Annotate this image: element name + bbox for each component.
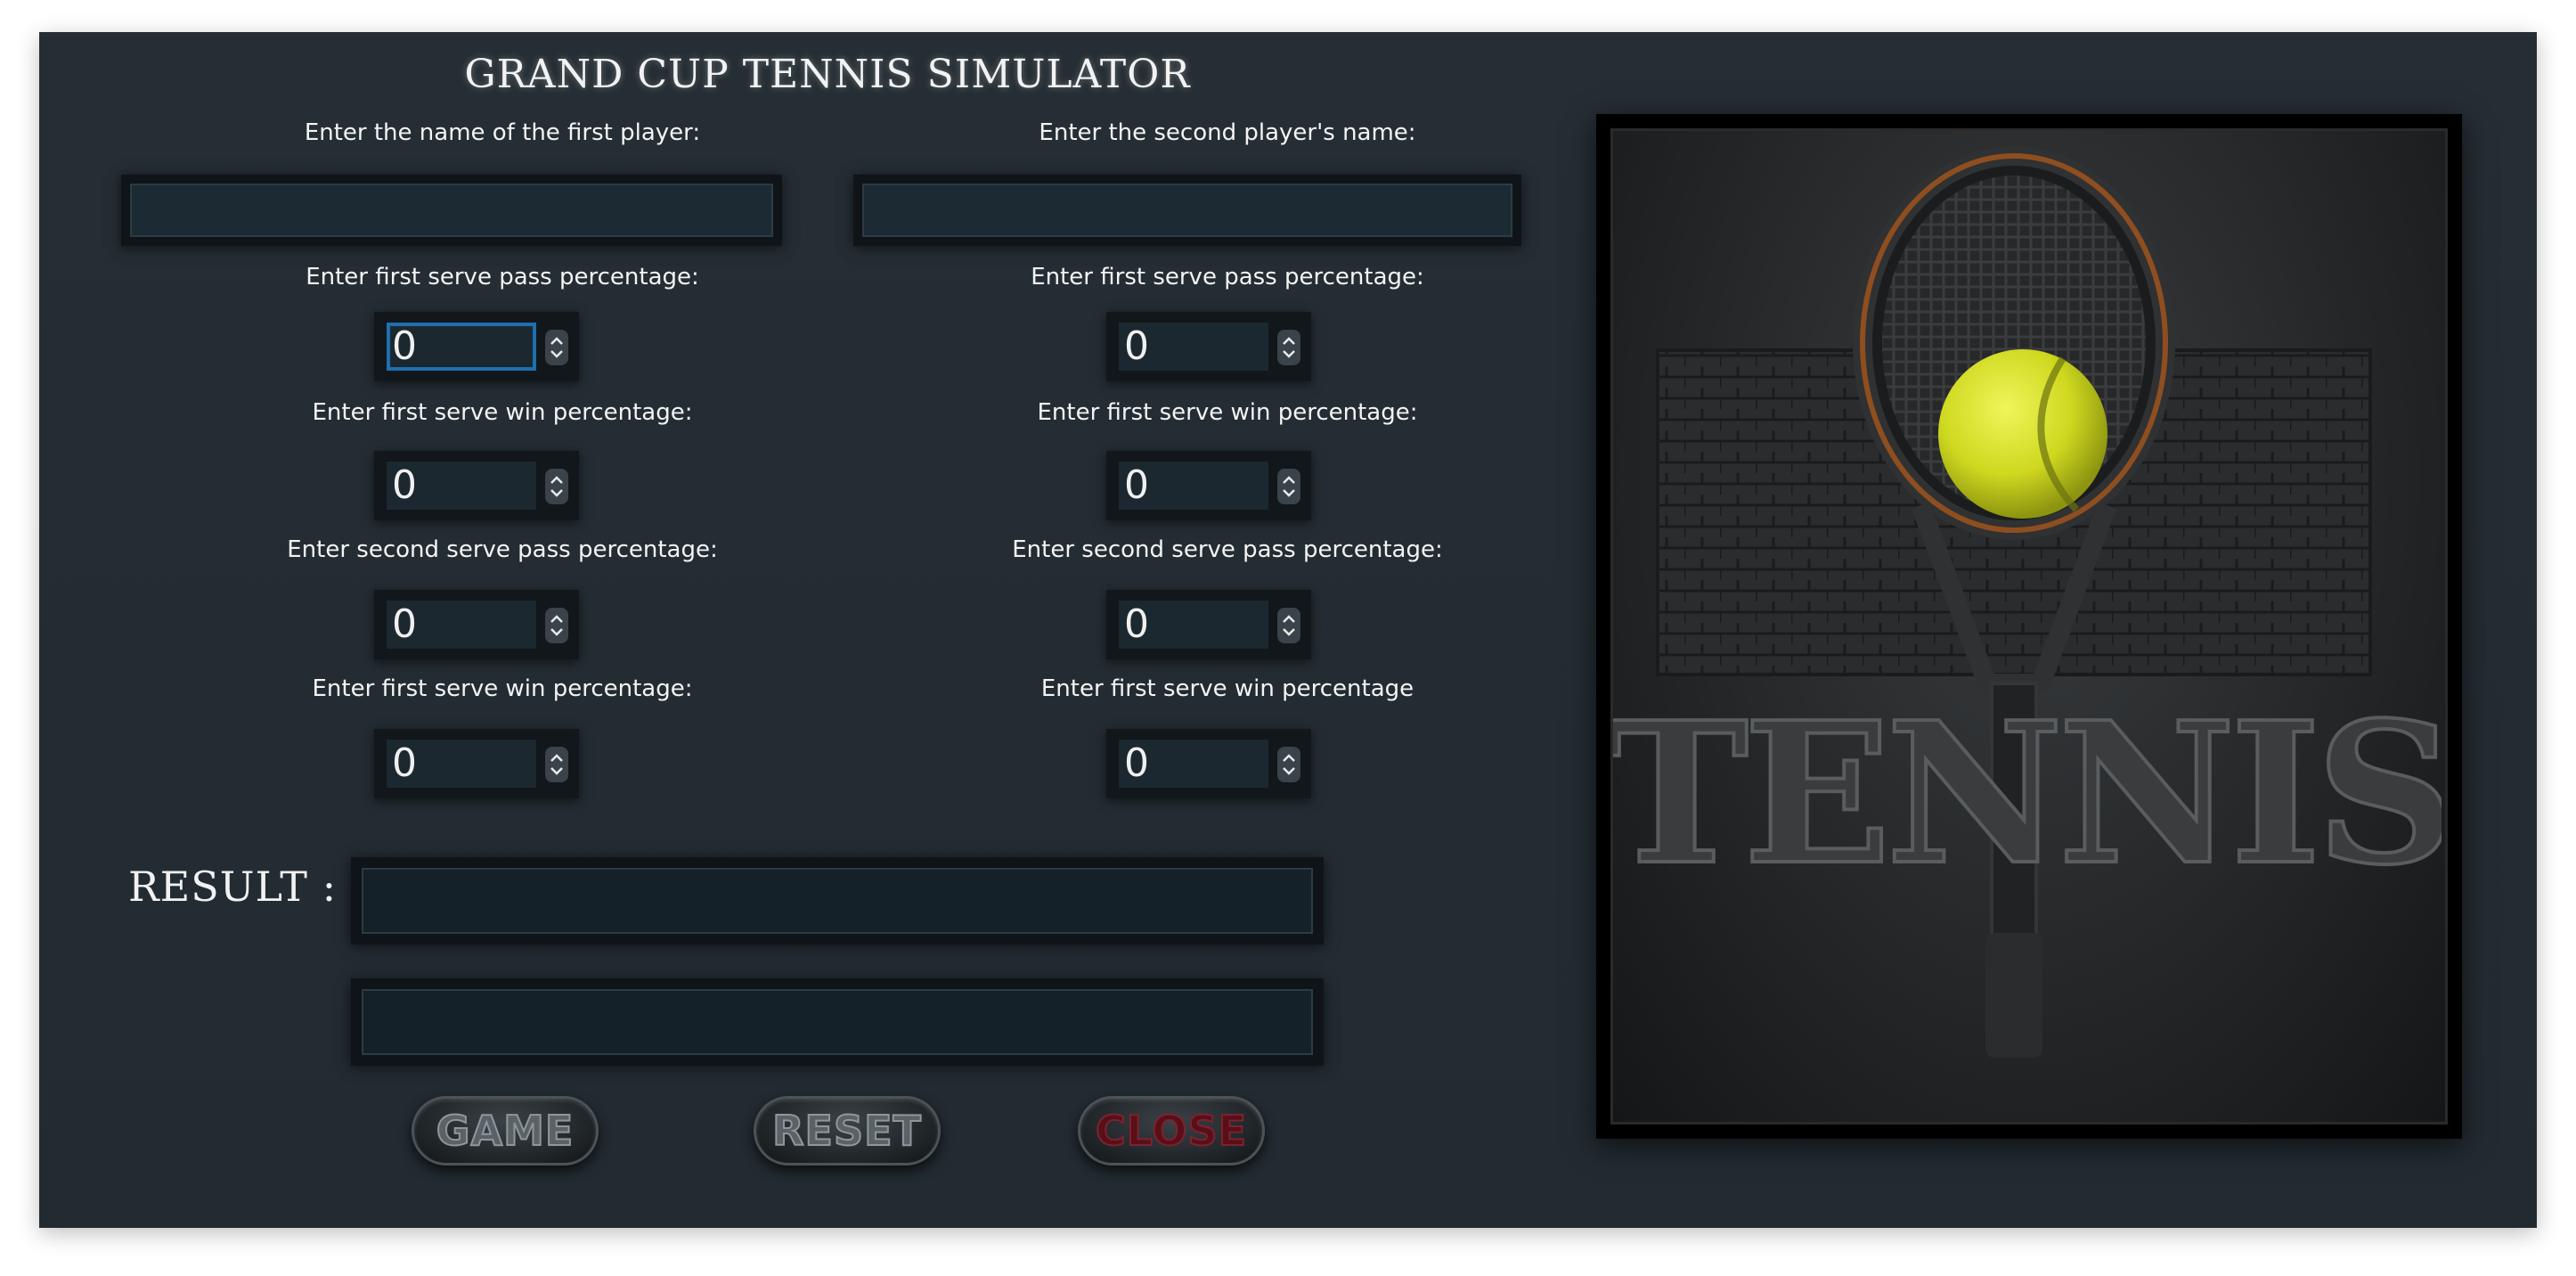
tennis-image-inner: TENNIS — [1602, 128, 2458, 1125]
stepper-arrows-icon[interactable] — [1277, 608, 1300, 643]
app-title: GRAND CUP TENNIS SIMULATOR — [464, 52, 1191, 97]
player1-first-serve-pass-stepper[interactable]: 0 — [374, 312, 579, 381]
player2-name-input[interactable] — [862, 184, 1512, 237]
player2-name-field[interactable] — [853, 175, 1521, 246]
player2-first-serve-win-label: Enter first serve win percentage: — [1037, 399, 1418, 426]
player2-first-serve-pass-input[interactable]: 0 — [1119, 323, 1268, 371]
stepper-arrows-icon[interactable] — [1277, 330, 1300, 365]
player1-first-serve-pass-input[interactable]: 0 — [387, 323, 536, 371]
player2-second-serve-pass-label: Enter second serve pass percentage: — [1012, 536, 1443, 563]
stepper-arrows-icon[interactable] — [545, 330, 568, 365]
player2-second-serve-pass-input[interactable]: 0 — [1119, 601, 1268, 649]
tennis-word: TENNIS — [1613, 680, 2441, 908]
player1-second-serve-win-stepper[interactable]: 0 — [374, 729, 579, 798]
player1-second-serve-win-input[interactable]: 0 — [387, 740, 536, 788]
player1-second-serve-pass-label: Enter second serve pass percentage: — [287, 536, 718, 563]
player1-second-serve-pass-input[interactable]: 0 — [387, 601, 536, 649]
player1-name-label: Enter the name of the first player: — [304, 119, 701, 146]
player1-name-field[interactable] — [121, 175, 782, 246]
player1-name-input[interactable] — [130, 184, 773, 237]
player2-second-serve-win-input[interactable]: 0 — [1119, 740, 1268, 788]
player1-first-serve-win-stepper[interactable]: 0 — [374, 451, 579, 520]
stepper-arrows-icon[interactable] — [1277, 747, 1300, 782]
reset-button[interactable]: RESET — [754, 1096, 941, 1166]
result-output-1 — [362, 868, 1313, 934]
player2-first-serve-pass-label: Enter first serve pass percentage: — [1031, 264, 1424, 290]
result-output-2 — [362, 989, 1313, 1055]
tennis-illustration: TENNIS — [1602, 146, 2458, 1058]
result-label: RESULT : — [128, 863, 338, 911]
player1-second-serve-pass-stepper[interactable]: 0 — [374, 590, 579, 659]
result-field-2 — [351, 978, 1324, 1066]
stepper-arrows-icon[interactable] — [545, 747, 568, 782]
app-window: GRAND CUP TENNIS SIMULATOR Enter the nam… — [39, 32, 2537, 1228]
player2-second-serve-win-stepper[interactable]: 0 — [1106, 729, 1311, 798]
player1-first-serve-win-label: Enter first serve win percentage: — [312, 399, 693, 426]
tennis-ball-icon — [1938, 349, 2107, 519]
stepper-arrows-icon[interactable] — [545, 469, 568, 504]
player1-first-serve-pass-label: Enter first serve pass percentage: — [306, 264, 699, 290]
player2-second-serve-win-label: Enter first serve win percentage — [1040, 675, 1414, 702]
stepper-arrows-icon[interactable] — [1277, 469, 1300, 504]
game-button[interactable]: GAME — [412, 1096, 599, 1166]
player2-second-serve-pass-stepper[interactable]: 0 — [1106, 590, 1311, 659]
player2-first-serve-win-stepper[interactable]: 0 — [1106, 451, 1311, 520]
player2-first-serve-win-input[interactable]: 0 — [1119, 462, 1268, 510]
player1-first-serve-win-input[interactable]: 0 — [387, 462, 536, 510]
stepper-arrows-icon[interactable] — [545, 608, 568, 643]
tennis-image: TENNIS — [1596, 114, 2462, 1139]
result-field-1 — [351, 857, 1324, 945]
player2-first-serve-pass-stepper[interactable]: 0 — [1106, 312, 1311, 381]
player1-second-serve-win-label: Enter first serve win percentage: — [312, 675, 693, 702]
player2-name-label: Enter the second player's name: — [1039, 119, 1416, 146]
close-button[interactable]: CLOSE — [1078, 1096, 1265, 1166]
